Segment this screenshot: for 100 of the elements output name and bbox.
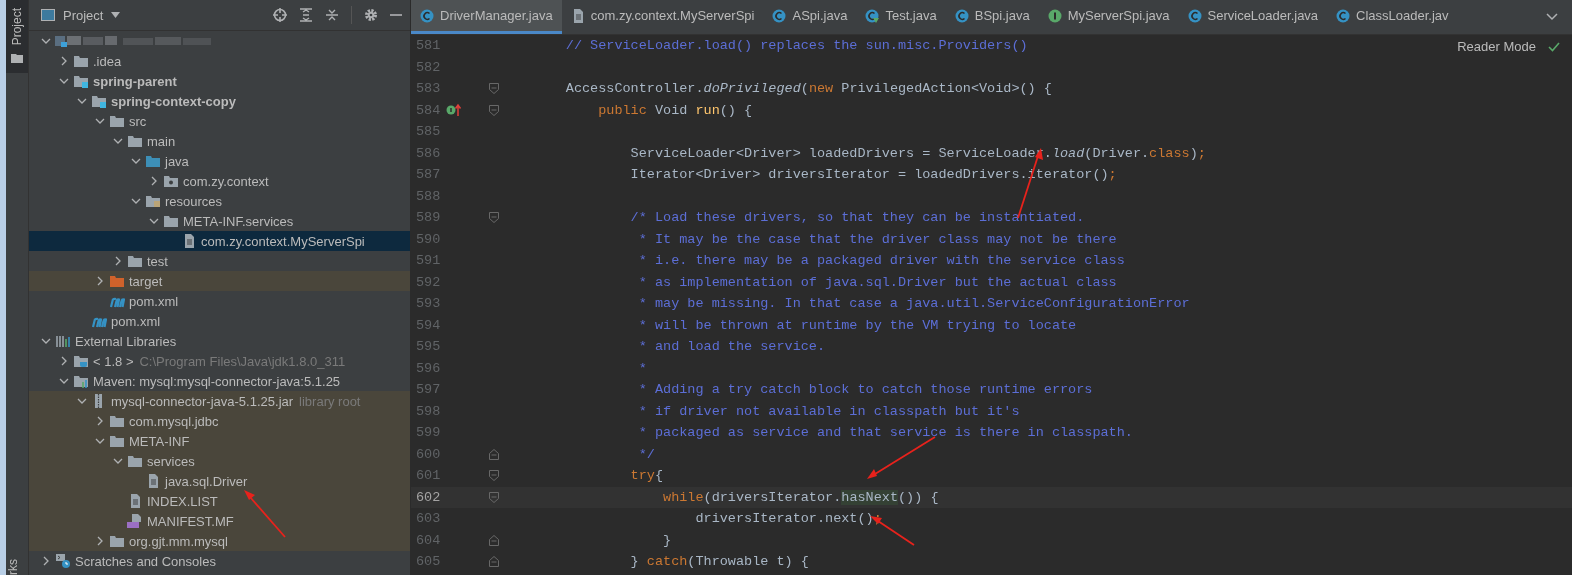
fold-marker-icon[interactable] [489, 83, 499, 95]
tree-item[interactable]: mysql-connector-java-5.1.25.jar library root [29, 391, 410, 411]
folder-icon [109, 434, 125, 448]
tree-item[interactable]: main [29, 131, 410, 151]
editor-tab[interactable]: MyServerSpi.java [1038, 0, 1179, 34]
fold-marker-icon[interactable] [489, 104, 499, 116]
tree-item[interactable]: pom.xml [29, 291, 410, 311]
class-icon [420, 8, 434, 23]
line-number: 598 [415, 403, 442, 419]
manifest-file-icon [127, 514, 143, 528]
tree-item[interactable]: pom.xml [29, 311, 410, 331]
tree-item[interactable]: META-INF [29, 431, 410, 451]
annotation-arrow [870, 516, 915, 546]
line-number: 596 [415, 360, 442, 376]
collapse-all-icon[interactable] [325, 8, 339, 22]
line-number: 604 [415, 532, 442, 548]
tree-item[interactable]: com.mysql.jdbc [29, 411, 410, 431]
tree-item[interactable]: spring-context-copy [29, 91, 410, 111]
editor-tab[interactable]: BSpi.java [945, 0, 1039, 34]
tree-item[interactable]: Scratches and Consoles [29, 551, 410, 571]
fold-marker-icon[interactable] [489, 556, 499, 568]
folder-icon [163, 214, 179, 228]
line-number: 605 [415, 554, 442, 570]
tree-item[interactable]: < 1.8 > C:\Program Files\Java\jdk1.8.0_311 [29, 351, 410, 371]
editor-tab[interactable]: ASpi.java [763, 0, 857, 34]
line-number: 590 [415, 231, 442, 247]
scratches-icon [55, 554, 71, 568]
code-line: * i.e. there may be a packaged driver with the service class [637, 253, 1125, 269]
library-folder-icon [73, 374, 89, 388]
editor-tab[interactable]: com.zy.context.MyServerSpi [561, 0, 764, 34]
expand-all-icon[interactable] [299, 8, 313, 22]
fold-marker-icon[interactable] [489, 534, 499, 546]
code-line: AccessController.doPrivileged(new PrivilegedAction<Void>() { [564, 81, 1052, 97]
chevron-down-icon[interactable] [1546, 13, 1558, 21]
annotation-arrow [244, 490, 286, 538]
code-line: } catch(Throwable t) { [629, 554, 809, 570]
tree-item[interactable]: External Libraries [29, 331, 410, 351]
caret-icon [111, 12, 121, 18]
tree-item[interactable]: INDEX.LIST [29, 491, 410, 511]
bookmarks-tool-tab[interactable]: rks [6, 557, 28, 575]
project-tool-tab[interactable]: Project [6, 0, 28, 74]
folder-icon [127, 454, 143, 468]
code-line: // ServiceLoader.load() replaces the sun.misc.Providers() [564, 38, 1028, 54]
jdk-folder-icon [73, 354, 89, 368]
line-number: 589 [415, 210, 442, 226]
project-view-icon [41, 9, 55, 21]
editor-tab[interactable]: ClassLoader.jav [1327, 0, 1458, 34]
fold-marker-icon[interactable] [489, 448, 499, 460]
settings-icon[interactable] [364, 8, 378, 22]
package-folder-icon [163, 174, 179, 188]
tree-item[interactable]: services [29, 451, 410, 471]
class-icon [1336, 8, 1351, 23]
chevron-icon[interactable] [41, 556, 51, 566]
override-marker-icon[interactable] [446, 103, 462, 118]
code-line: try{ [629, 468, 664, 484]
editor-tab[interactable]: ServiceLoader.java [1178, 0, 1328, 34]
tree-item[interactable]: resources [29, 191, 410, 211]
code-line: * as implementation of java.sql.Driver but the actual class [637, 274, 1117, 290]
fold-marker-icon[interactable] [489, 470, 499, 482]
view-selector[interactable]: Project [41, 7, 121, 23]
line-number: 600 [415, 446, 442, 462]
locate-icon[interactable] [273, 8, 287, 22]
code-line: * if driver not available in classpath but it's [637, 403, 1020, 419]
code-line: } [662, 532, 672, 548]
code-line: * [637, 360, 647, 376]
tree-item[interactable]: java [29, 151, 410, 171]
fold-marker-icon[interactable] [489, 212, 499, 224]
folder-icon [73, 54, 89, 68]
tree-item[interactable]: MANIFEST.MF [29, 511, 410, 531]
module-folder-icon [73, 74, 89, 88]
fold-marker-icon[interactable] [489, 491, 499, 503]
folder-icon [109, 414, 125, 428]
tree-item[interactable]: com.zy.context [29, 171, 410, 191]
tree-item[interactable]: src [29, 111, 410, 131]
tree-item[interactable]: test [29, 251, 410, 271]
libraries-icon [55, 334, 71, 348]
folder-icon [109, 114, 125, 128]
code-line: * may be missing. In that case a java.util.ServiceConfigurationError [637, 296, 1190, 312]
line-number: 602 [415, 489, 442, 505]
tree-item[interactable]: spring-parent [29, 71, 410, 91]
tree-item[interactable]: META-INF.services [29, 211, 410, 231]
tree-item[interactable]: Maven: mysql:mysql-connector-java:5.1.25 [29, 371, 410, 391]
tree-item[interactable]: target [29, 271, 410, 291]
code-line: while(driversIterator.hasNext()) { [662, 489, 939, 505]
tree-item[interactable]: .idea [29, 51, 410, 71]
tree-item[interactable]: java.sql.Driver [29, 471, 410, 491]
line-number: 587 [415, 167, 442, 183]
code-line: public Void run() { [597, 102, 753, 118]
line-number: 601 [415, 468, 442, 484]
chevron-icon[interactable] [95, 536, 105, 546]
reader-mode-button[interactable]: Reader Mode [1457, 39, 1536, 54]
tree-item[interactable]: org.gjt.mm.mysql [29, 531, 410, 551]
editor-tab[interactable]: DriverManager.java [411, 0, 562, 34]
line-number: 593 [415, 296, 442, 312]
line-number: 603 [415, 511, 442, 527]
tree-item[interactable]: com.zy.context.MyServerSpi [29, 231, 410, 251]
line-number: 588 [415, 188, 442, 204]
editor-tab[interactable]: Test.java [856, 0, 946, 34]
line-number: 582 [415, 59, 442, 75]
code-line: * It may be the case that the driver class may not be there [637, 231, 1117, 247]
